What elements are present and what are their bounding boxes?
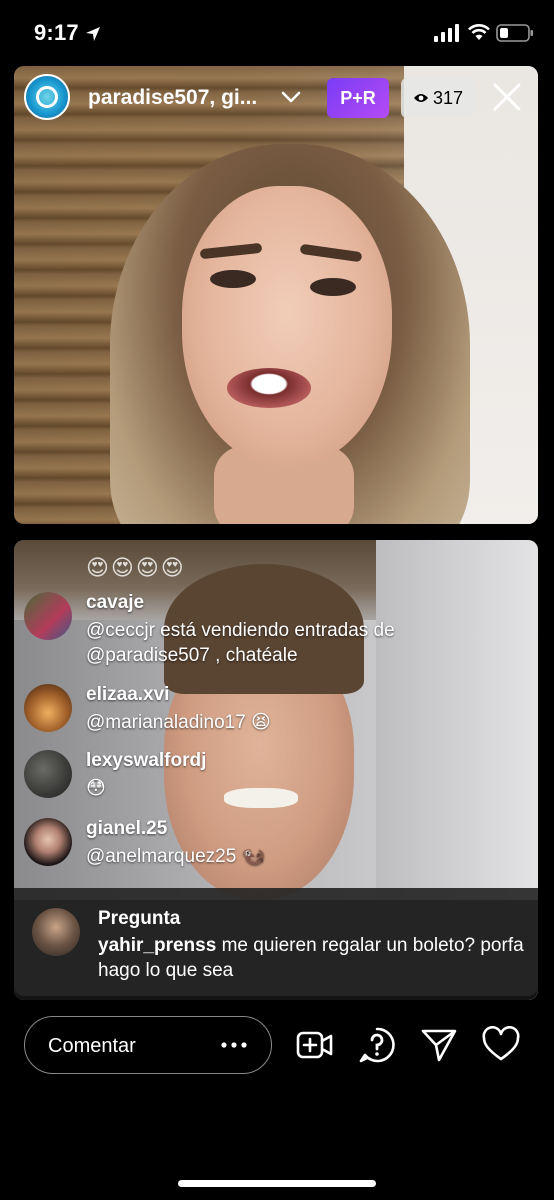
- comment-text: 😳: [86, 778, 106, 799]
- comment-item: lexyswalfordj 😳: [24, 750, 524, 800]
- home-indicator[interactable]: [178, 1180, 376, 1187]
- question-card[interactable]: Pregunta yahir_prenss me quieren regalar…: [14, 888, 538, 996]
- comment-username[interactable]: elizaa.xvi: [86, 684, 169, 706]
- broadcaster-avatar[interactable]: [24, 74, 70, 120]
- wifi-icon: [468, 24, 490, 40]
- close-icon[interactable]: [492, 82, 522, 112]
- question-title: Pregunta: [98, 908, 181, 929]
- emoji-reactions: 😍😍😍😍: [86, 555, 186, 580]
- comment-placeholder: Comentar: [48, 1035, 136, 1057]
- host-video[interactable]: [14, 66, 538, 524]
- live-header: paradise507, gi... P+R 317: [14, 66, 538, 130]
- add-guest-icon[interactable]: [296, 1026, 334, 1064]
- commenter-avatar[interactable]: [24, 684, 72, 732]
- comment-username[interactable]: gianel.25: [86, 818, 167, 840]
- battery-icon: [496, 24, 533, 42]
- status-time: 9:17: [34, 20, 79, 45]
- question-username[interactable]: yahir_prenss: [98, 935, 216, 956]
- comment-username[interactable]: lexyswalfordj: [86, 750, 206, 772]
- more-icon[interactable]: [221, 1042, 247, 1048]
- eye-icon: [414, 94, 428, 102]
- commenter-avatar[interactable]: [24, 818, 72, 866]
- right-eye: [310, 278, 356, 296]
- status-bar: 9:17: [0, 0, 554, 66]
- location-arrow-icon: [86, 27, 100, 41]
- comment-item: elizaa.xvi @marianaladino17 😫: [24, 684, 524, 734]
- heart-icon[interactable]: [482, 1026, 520, 1064]
- question-avatar[interactable]: [32, 908, 80, 956]
- signal-icon: [434, 24, 459, 42]
- comment-text: @marianaladino17 😫: [86, 712, 271, 733]
- question-body: yahir_prenss me quieren regalar un bolet…: [98, 933, 528, 983]
- left-eye: [210, 270, 256, 288]
- comment-input[interactable]: Comentar: [24, 1016, 272, 1074]
- commenter-avatar[interactable]: [24, 750, 72, 798]
- chevron-down-icon[interactable]: [280, 88, 302, 106]
- commenter-avatar[interactable]: [24, 592, 72, 640]
- comment-item: gianel.25 @anelmarquez25 🦦: [24, 818, 524, 868]
- viewer-count-badge[interactable]: 317: [401, 78, 475, 118]
- comment-item: cavaje @ceccjr está vendiendo entradas d…: [24, 592, 524, 666]
- send-icon[interactable]: [420, 1026, 458, 1064]
- host-mouth: [227, 368, 311, 408]
- comment-text: @anelmarquez25 🦦: [86, 846, 266, 867]
- broadcaster-name[interactable]: paradise507, gi...: [88, 86, 276, 110]
- viewer-count: 317: [433, 88, 464, 108]
- comment-username[interactable]: cavaje: [86, 592, 144, 614]
- pr-badge[interactable]: P+R: [327, 78, 389, 118]
- comment-text: @ceccjr está vendiendo entradas de @para…: [86, 620, 395, 666]
- host-face: [182, 186, 392, 466]
- question-icon[interactable]: [358, 1026, 396, 1064]
